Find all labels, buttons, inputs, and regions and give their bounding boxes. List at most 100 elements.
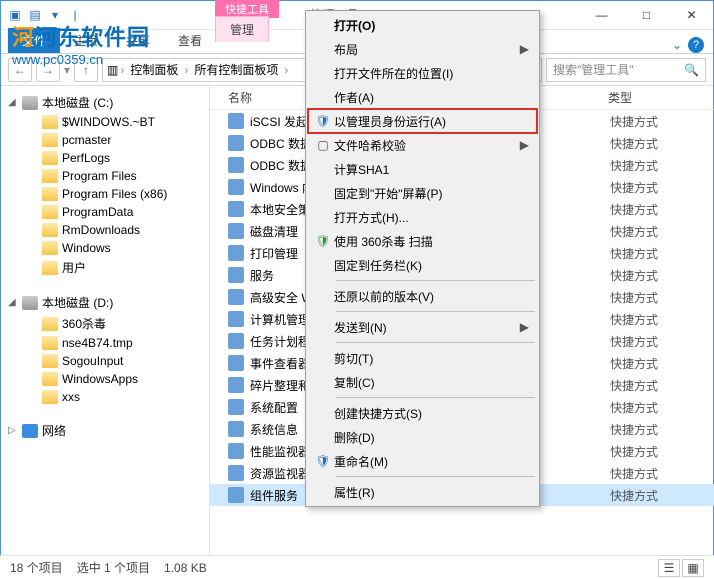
shortcut-icon bbox=[228, 399, 244, 415]
breadcrumb-item[interactable]: 所有控制面板项 bbox=[190, 61, 282, 78]
menu-label: 布局 bbox=[334, 41, 520, 58]
menu-label: 打开(O) bbox=[334, 17, 529, 34]
ribbon-file-tab[interactable]: 文件 bbox=[8, 28, 60, 53]
menu-item[interactable]: 🛡使用 360杀毒 扫描 bbox=[308, 229, 537, 253]
file-type: 快捷方式 bbox=[610, 399, 658, 416]
menu-separator bbox=[336, 311, 535, 312]
shortcut-icon bbox=[228, 113, 244, 129]
view-large-icon[interactable]: ▦ bbox=[682, 559, 704, 577]
menu-item[interactable]: 计算SHA1 bbox=[308, 157, 537, 181]
forward-button[interactable]: → bbox=[36, 58, 60, 82]
file-type: 快捷方式 bbox=[610, 333, 658, 350]
menu-item[interactable]: 🛡重命名(M) bbox=[308, 449, 537, 473]
ribbon-context-tab[interactable]: 管理 bbox=[215, 16, 269, 42]
sidebar-folder[interactable]: ProgramData bbox=[24, 203, 205, 221]
sidebar-folder[interactable]: pcmaster bbox=[24, 131, 205, 149]
menu-item[interactable]: 创建快捷方式(S) bbox=[308, 401, 537, 425]
ribbon-tab-home[interactable]: 主页 bbox=[60, 28, 112, 53]
menu-item[interactable]: 属性(R) bbox=[308, 480, 537, 504]
menu-label: 创建快捷方式(S) bbox=[334, 405, 529, 422]
sidebar-folder[interactable]: Windows bbox=[24, 239, 205, 257]
submenu-arrow-icon: ▶ bbox=[520, 138, 529, 152]
maximize-button[interactable]: □ bbox=[624, 0, 669, 30]
menu-item[interactable]: 打开方式(H)... bbox=[308, 205, 537, 229]
breadcrumb-root-icon[interactable]: ▥ bbox=[107, 63, 118, 77]
menu-item[interactable]: 固定到任务栏(K) bbox=[308, 253, 537, 277]
menu-item[interactable]: 🛡以管理员身份运行(A) bbox=[308, 109, 537, 133]
file-type: 快捷方式 bbox=[610, 443, 658, 460]
search-input[interactable]: 搜索"管理工具" 🔍 bbox=[546, 58, 706, 82]
file-type: 快捷方式 bbox=[610, 113, 658, 130]
menu-item[interactable]: 剪切(T) bbox=[308, 346, 537, 370]
shortcut-icon bbox=[228, 267, 244, 283]
shield-icon: 🛡 bbox=[312, 454, 334, 468]
shortcut-icon bbox=[228, 179, 244, 195]
file-type: 快捷方式 bbox=[610, 377, 658, 394]
menu-item[interactable]: ▢文件哈希校验▶ bbox=[308, 133, 537, 157]
menu-label: 打开文件所在的位置(I) bbox=[334, 65, 529, 82]
qat-dropdown-icon[interactable]: ▾ bbox=[46, 6, 64, 24]
file-type: 快捷方式 bbox=[610, 487, 658, 504]
sidebar-folder[interactable]: nse4B74.tmp bbox=[24, 334, 205, 352]
recent-dropdown-icon[interactable]: ▾ bbox=[64, 63, 70, 77]
search-icon[interactable]: 🔍 bbox=[684, 63, 699, 77]
file-type: 快捷方式 bbox=[610, 201, 658, 218]
doc-icon: ▢ bbox=[312, 138, 334, 152]
ribbon-tab-share[interactable]: 共享 bbox=[112, 28, 164, 53]
menu-item[interactable]: 布局▶ bbox=[308, 37, 537, 61]
menu-label: 固定到"开始"屏幕(P) bbox=[334, 185, 529, 202]
shortcut-icon bbox=[228, 135, 244, 151]
qat-icon[interactable]: ▤ bbox=[26, 6, 44, 24]
breadcrumb-item[interactable]: 控制面板 bbox=[126, 61, 182, 78]
menu-label: 还原以前的版本(V) bbox=[334, 288, 529, 305]
sidebar-drive[interactable]: ◢本地磁盘 (C:) bbox=[4, 92, 205, 113]
sidebar-drive[interactable]: ◢本地磁盘 (D:) bbox=[4, 292, 205, 313]
sidebar-folder[interactable]: $WINDOWS.~BT bbox=[24, 113, 205, 131]
sidebar-folder[interactable]: WindowsApps bbox=[24, 370, 205, 388]
menu-item[interactable]: 打开文件所在的位置(I) bbox=[308, 61, 537, 85]
menu-separator bbox=[336, 397, 535, 398]
sidebar-network[interactable]: ▷网络 bbox=[4, 420, 205, 441]
shortcut-icon bbox=[228, 333, 244, 349]
file-type: 快捷方式 bbox=[610, 465, 658, 482]
file-type: 快捷方式 bbox=[610, 245, 658, 262]
menu-item[interactable]: 固定到"开始"屏幕(P) bbox=[308, 181, 537, 205]
menu-label: 计算SHA1 bbox=[334, 161, 529, 178]
column-type[interactable]: 类型 bbox=[608, 89, 714, 106]
sidebar-folder[interactable]: SogouInput bbox=[24, 352, 205, 370]
ribbon-expand-icon[interactable]: ⌄ bbox=[672, 38, 682, 52]
view-details-icon[interactable]: ☰ bbox=[658, 559, 680, 577]
sidebar-folder[interactable]: PerfLogs bbox=[24, 149, 205, 167]
sidebar-folder[interactable]: 用户 bbox=[24, 257, 205, 278]
qat-separator: | bbox=[66, 6, 84, 24]
close-button[interactable]: ✕ bbox=[669, 0, 714, 30]
menu-item[interactable]: 打开(O) bbox=[308, 13, 537, 37]
shield-green-icon: 🛡 bbox=[312, 234, 334, 248]
back-button[interactable]: ← bbox=[8, 58, 32, 82]
file-type: 快捷方式 bbox=[610, 179, 658, 196]
menu-item[interactable]: 发送到(N)▶ bbox=[308, 315, 537, 339]
sidebar-folder[interactable]: RmDownloads bbox=[24, 221, 205, 239]
menu-item[interactable]: 删除(D) bbox=[308, 425, 537, 449]
file-type: 快捷方式 bbox=[610, 223, 658, 240]
ribbon-tab-view[interactable]: 查看 bbox=[164, 28, 216, 53]
sidebar-folder[interactable]: Program Files bbox=[24, 167, 205, 185]
menu-label: 打开方式(H)... bbox=[334, 209, 529, 226]
file-type: 快捷方式 bbox=[610, 355, 658, 372]
sidebar-folder[interactable]: 360杀毒 bbox=[24, 313, 205, 334]
menu-label: 使用 360杀毒 扫描 bbox=[334, 233, 529, 250]
shortcut-icon bbox=[228, 245, 244, 261]
menu-label: 属性(R) bbox=[334, 484, 529, 501]
sidebar-folder[interactable]: Program Files (x86) bbox=[24, 185, 205, 203]
minimize-button[interactable]: — bbox=[579, 0, 624, 30]
up-button[interactable]: ↑ bbox=[74, 58, 98, 82]
menu-item[interactable]: 复制(C) bbox=[308, 370, 537, 394]
menu-item[interactable]: 还原以前的版本(V) bbox=[308, 284, 537, 308]
file-type: 快捷方式 bbox=[610, 135, 658, 152]
sidebar-folder[interactable]: xxs bbox=[24, 388, 205, 406]
submenu-arrow-icon: ▶ bbox=[520, 320, 529, 334]
qat-icon[interactable]: ▣ bbox=[6, 6, 24, 24]
help-icon[interactable]: ? bbox=[688, 37, 704, 53]
menu-item[interactable]: 作者(A) bbox=[308, 85, 537, 109]
search-placeholder: 搜索"管理工具" bbox=[553, 61, 634, 78]
